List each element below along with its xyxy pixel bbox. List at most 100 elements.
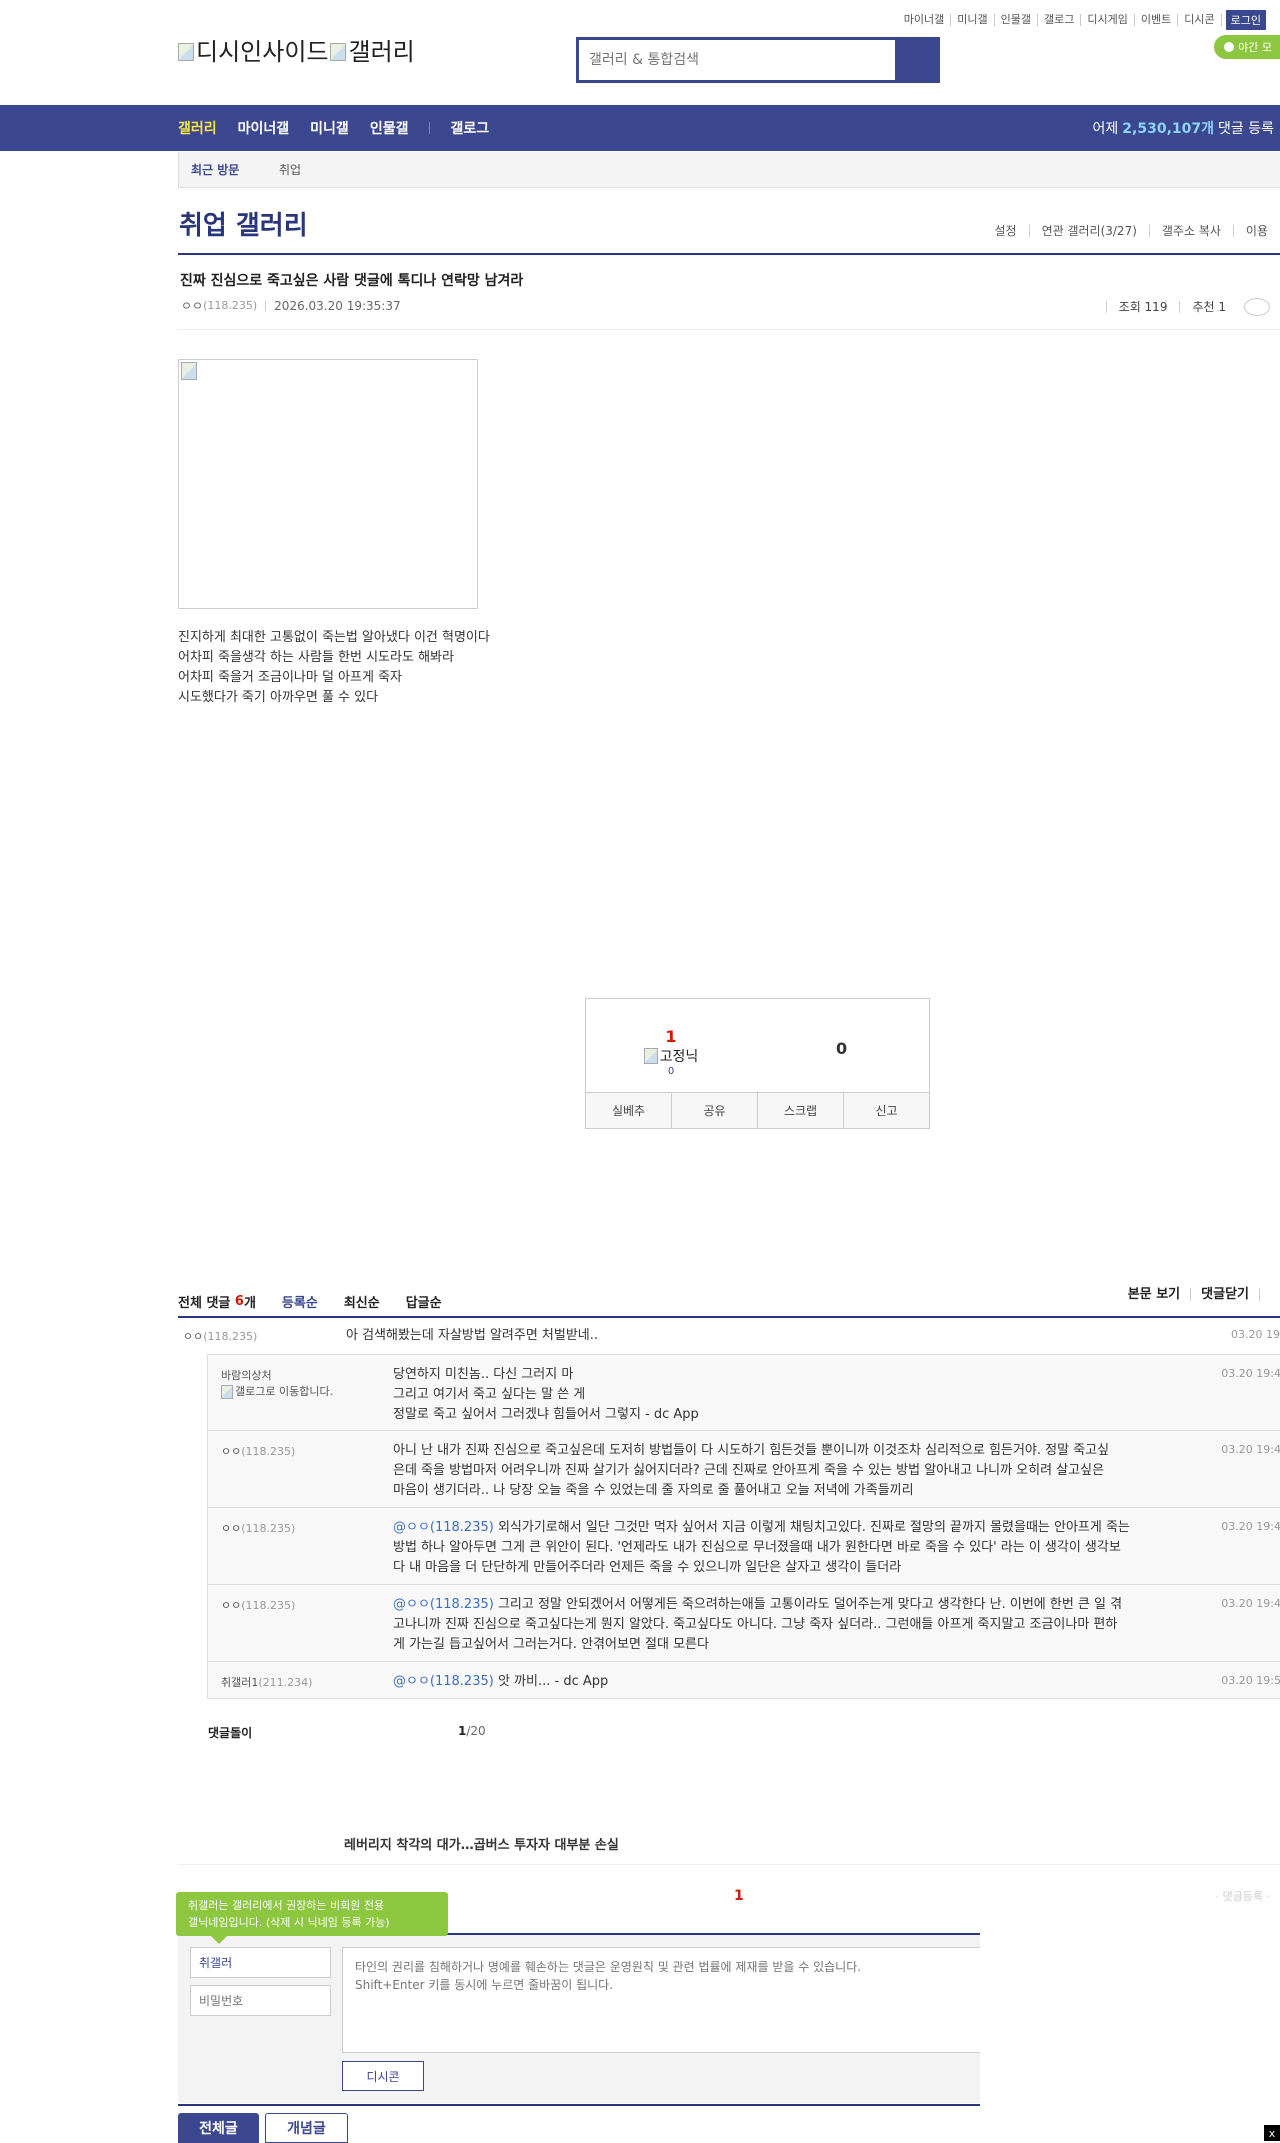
nav-mini[interactable]: 미니갤	[310, 118, 349, 138]
logo-gallery-image[interactable]: 갤러리	[330, 40, 414, 64]
top-link-game[interactable]: 디시게임	[1081, 14, 1135, 26]
reply-item: 취갤러1(211.234) @ㅇㅇ(118.235) 앗 까비... - dc …	[208, 1662, 1280, 1700]
comment-author[interactable]: ㅇㅇ(118.235)	[183, 1328, 257, 1344]
top-link-person[interactable]: 인물갤	[995, 14, 1039, 26]
reply-author[interactable]: ㅇㅇ(118.235)	[221, 1443, 295, 1459]
logo-image[interactable]: 디시인사이드	[178, 40, 328, 64]
comment-text: 아 검색해봤는데 자살방법 알려주면 처벌받네..	[346, 1328, 599, 1343]
sort-registered[interactable]: 등록순	[282, 1292, 318, 1311]
reply-author[interactable]: 취갤러1(211.234)	[221, 1674, 312, 1690]
comments-extra[interactable]	[1259, 1288, 1280, 1301]
post-line: 어차피 죽을거 조금이나마 덜 아프게 죽자	[178, 670, 402, 685]
gallery-usage[interactable]: 이용	[1232, 225, 1280, 237]
post-ip: (118.235)	[203, 299, 258, 312]
more-icon[interactable]	[1244, 298, 1270, 316]
comments-actions: 본문 보기 댓글닫기	[1118, 1288, 1280, 1301]
recommend-box: 1 고정닉 0 0 실베추 공유 스크랩 신고	[585, 998, 930, 1129]
mention-link[interactable]: @ㅇㅇ(118.235)	[393, 1520, 494, 1535]
yesterday-prefix: 어제	[1092, 121, 1119, 137]
top-link-mini[interactable]: 미니갤	[951, 14, 995, 26]
related-galleries[interactable]: 연관 갤러리(3/27)	[1028, 225, 1149, 237]
scrap-button[interactable]: 스크랩	[757, 1093, 843, 1128]
password-input[interactable]	[190, 1985, 331, 2016]
reply-date: 03.20 19:4	[1221, 1597, 1280, 1610]
logo[interactable]: 디시인사이드 갤러리	[178, 40, 415, 64]
reply-item: ㅇㅇ(118.235) @ㅇㅇ(118.235) 외식가기로해서 일단 그것만 …	[208, 1508, 1280, 1585]
comments-label: 전체 댓글	[178, 1295, 231, 1311]
gallery-title[interactable]: 취업 갤러리	[179, 205, 308, 242]
yesterday-suffix: 댓글 등록	[1218, 121, 1274, 137]
real-best-button[interactable]: 실베추	[586, 1093, 671, 1128]
next-post-count: 1	[734, 1888, 744, 1904]
post-line: 진지하게 최대한 고통없이 죽는법 알아냈다 이건 혁명이다	[178, 630, 490, 645]
recent-label: 최근 방문	[191, 163, 240, 177]
share-button[interactable]: 공유	[671, 1093, 757, 1128]
top-link-minor[interactable]: 마이너갤	[898, 14, 952, 26]
comment-textarea[interactable]	[342, 1947, 980, 2053]
mention-link[interactable]: @ㅇㅇ(118.235)	[393, 1674, 494, 1689]
comment-bot-label[interactable]: 댓글돌이	[208, 1724, 252, 1741]
nav-divider	[429, 122, 431, 134]
unrecommend-count[interactable]: 0	[836, 1039, 847, 1058]
next-post-title[interactable]: 레버리지 착각의 대가…곱버스 투자자 대부분 손실	[344, 1834, 619, 1853]
recommend-count: 1	[665, 1027, 677, 1046]
reply-date: 03.20 19:4	[1221, 1520, 1280, 1533]
recommend-actions: 실베추 공유 스크랩 신고	[586, 1092, 929, 1128]
concept-posts-button[interactable]: 개념글	[265, 2113, 348, 2143]
post-stats: 조회 119 추천 1	[1105, 298, 1270, 316]
reply-list: 바람의상처 갤로그로 이동합니다. 당연하지 미친놈.. 다신 그러지 마 그리…	[207, 1354, 1280, 1699]
comment-date: 03.20 19	[1231, 1328, 1280, 1341]
reply-author[interactable]: ㅇㅇ(118.235)	[221, 1520, 295, 1536]
recommend-up[interactable]: 1 고정닉 0	[626, 1027, 716, 1077]
comment-pagination[interactable]: 1/20	[458, 1724, 486, 1738]
search-bar	[576, 37, 940, 83]
nav-minor[interactable]: 마이너갤	[238, 118, 290, 138]
night-mode-label: 야간 모	[1238, 41, 1272, 54]
login-button[interactable]: 로그인	[1225, 10, 1266, 30]
dccon-button[interactable]: 디시콘	[342, 2061, 424, 2091]
post-author[interactable]: ㅇㅇ	[181, 297, 203, 314]
reply-date: 03.20 19:4	[1221, 1367, 1280, 1380]
top-link-dccon[interactable]: 디시콘	[1178, 14, 1222, 26]
reply-text: @ㅇㅇ(118.235) 외식가기로해서 일단 그것만 먹자 싶어서 지금 이렇…	[393, 1520, 1130, 1575]
view-body-link[interactable]: 본문 보기	[1118, 1288, 1190, 1301]
top-link-gallog[interactable]: 갤로그	[1038, 14, 1082, 26]
close-comments-link[interactable]: 댓글닫기	[1190, 1288, 1259, 1301]
comments-unit: 개	[243, 1295, 256, 1311]
meta-divider	[265, 300, 267, 311]
reply-text: 아니 난 내가 진짜 진심으로 죽고싶은데 도저히 방법들이 다 시도하기 힘든…	[393, 1443, 1110, 1498]
divider	[178, 1864, 1280, 1865]
reply-author[interactable]: 바람의상처 갤로그로 이동합니다.	[221, 1367, 351, 1399]
reply-author[interactable]: ㅇㅇ(118.235)	[221, 1597, 295, 1613]
post-image[interactable]	[178, 359, 478, 609]
comments-count: 6	[234, 1293, 244, 1309]
reply-text: 당연하지 미친놈.. 다신 그러지 마 그리고 여기서 죽고 싶다는 말 쓴 게…	[393, 1367, 699, 1422]
divider	[178, 1316, 1280, 1318]
recent-item[interactable]: 취업	[279, 161, 301, 178]
fixed-nick-count: 0	[667, 1066, 675, 1077]
all-posts-button[interactable]: 전체글	[178, 2113, 259, 2143]
mention-link[interactable]: @ㅇㅇ(118.235)	[393, 1597, 494, 1612]
sort-replies[interactable]: 답글순	[406, 1292, 442, 1311]
nickname-input[interactable]	[190, 1947, 331, 1978]
nav-person[interactable]: 인물갤	[370, 118, 409, 138]
gallog-link-image[interactable]: 갤로그로 이동합니다.	[221, 1385, 351, 1399]
search-input[interactable]	[579, 40, 895, 80]
nav-gallog[interactable]: 갤로그	[450, 118, 489, 138]
reply-item: ㅇㅇ(118.235) @ㅇㅇ(118.235) 그리고 정말 안되겠어서 어떻…	[208, 1585, 1280, 1662]
search-button[interactable]	[895, 40, 937, 80]
post-views: 조회 119	[1105, 301, 1180, 313]
gallery-settings[interactable]: 설정	[982, 225, 1028, 237]
toggle-dot-icon	[1224, 42, 1235, 52]
top-link-event[interactable]: 이벤트	[1135, 14, 1179, 26]
top-header: 디시인사이드 갤러리 마이너갤 미니갤 인물갤 갤로그 디시게임 이벤트 디시콘…	[0, 0, 1280, 105]
copy-gallery-url[interactable]: 갤주소 복사	[1148, 225, 1233, 237]
night-mode-toggle[interactable]: 야간 모	[1214, 35, 1280, 59]
report-button[interactable]: 신고	[843, 1093, 929, 1128]
reply-text: @ㅇㅇ(118.235) 앗 까비... - dc App	[393, 1674, 609, 1689]
post-meta: ㅇㅇ (118.235) 2026.03.20 19:35:37	[181, 297, 401, 314]
sort-latest[interactable]: 최신순	[344, 1292, 380, 1311]
divider	[178, 329, 1280, 330]
nav-gallery[interactable]: 갤러리	[178, 118, 217, 138]
close-icon[interactable]: x	[1264, 2125, 1280, 2141]
